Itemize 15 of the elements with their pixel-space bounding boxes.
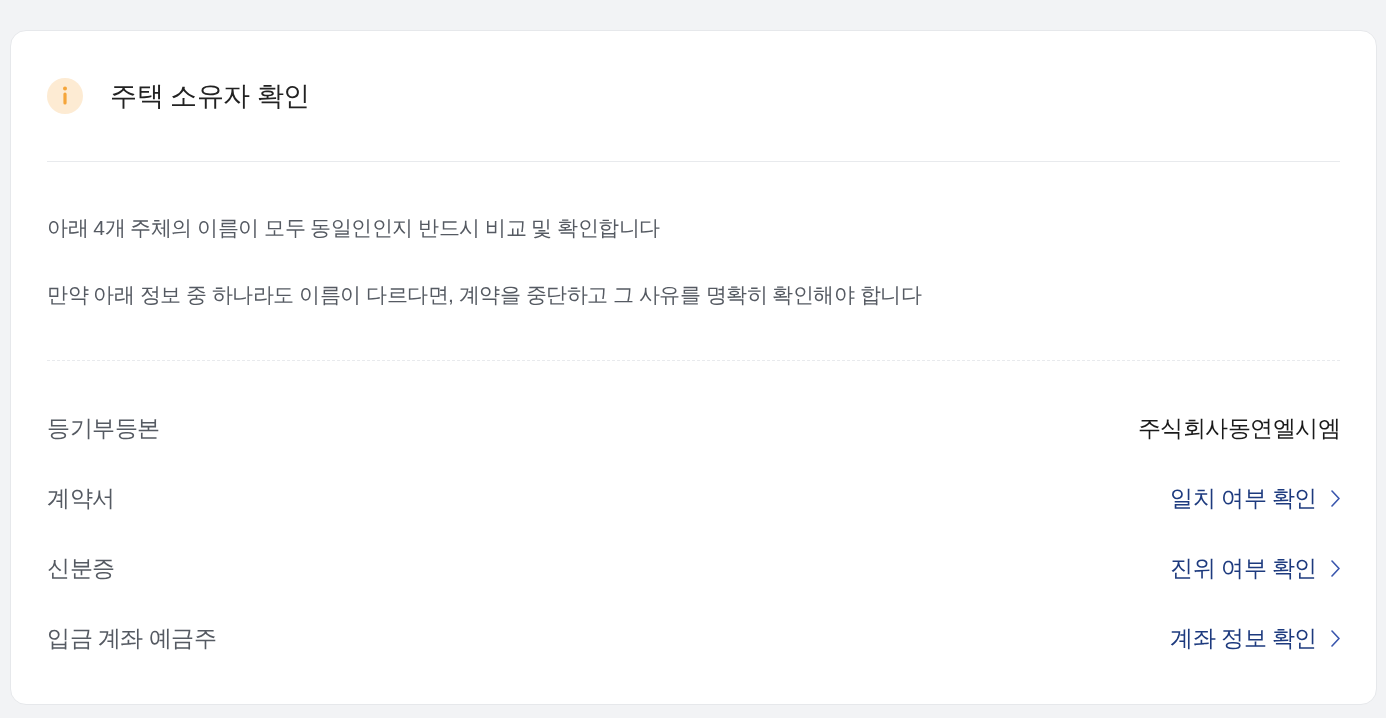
notice-text: 만약 아래 정보 중 하나라도 이름이 다르다면, 계약을 중단하고 그 사유를 명확히 확인해야 합니다 xyxy=(47,282,923,308)
chevron-right-icon xyxy=(1331,489,1340,507)
chevron-right-icon xyxy=(1331,629,1340,647)
check-link[interactable]: 계좌 정보 확인 xyxy=(1170,620,1340,656)
document-label: 등기부등본 xyxy=(47,413,160,443)
document-label: 신분증 xyxy=(47,553,115,583)
check-link[interactable]: 일치 여부 확인 xyxy=(1170,480,1340,516)
document-label: 입금 계좌 예금주 xyxy=(47,623,217,653)
card-title: 주택 소유자 확인 xyxy=(110,79,310,113)
info-icon xyxy=(47,78,83,114)
notice-text: 아래 4개 주체의 이름이 모두 동일인인지 반드시 비교 및 확인합니다 xyxy=(47,215,661,241)
check-link[interactable]: 진위 여부 확인 xyxy=(1170,550,1340,586)
chevron-right-icon xyxy=(1331,559,1340,577)
document-label: 계약서 xyxy=(47,483,115,513)
owner-name: 주식회사동연엘시엠 xyxy=(1137,413,1340,443)
